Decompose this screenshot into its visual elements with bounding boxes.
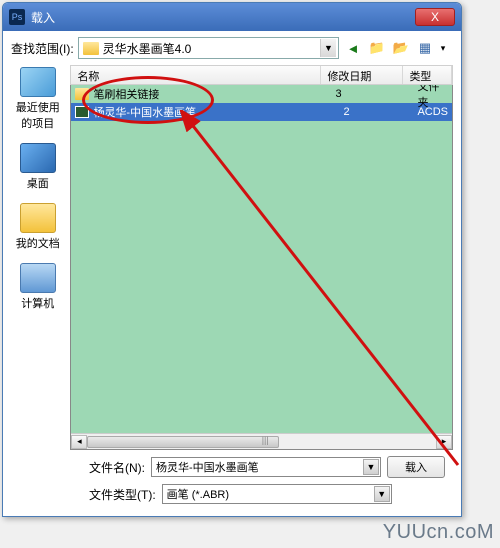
- documents-icon: [20, 203, 56, 233]
- folder-icon: [75, 88, 89, 100]
- file-date: 3: [335, 88, 417, 100]
- filetype-dropdown[interactable]: 画笔 (*.ABR) ▼: [162, 484, 392, 504]
- chevron-down-icon[interactable]: ▼: [363, 459, 379, 475]
- new-folder-icon[interactable]: 📂: [391, 38, 411, 58]
- place-documents[interactable]: 我的文档: [16, 203, 60, 251]
- lookIn-dropdown[interactable]: 灵华水墨画笔4.0 ▼: [78, 37, 339, 59]
- file-list[interactable]: 笔刷相关链接 3 文件夹 杨灵华-中国水墨画笔 2 ACDS ◂: [70, 85, 453, 450]
- scroll-right-icon[interactable]: ▸: [436, 435, 452, 449]
- folder-icon: [83, 42, 99, 55]
- place-computer[interactable]: 计算机: [20, 263, 56, 311]
- file-pane: 名称 修改日期 类型 笔刷相关链接 3 文件夹 杨灵华-中国水墨画笔 2: [70, 65, 453, 450]
- scroll-grip-icon: |||: [262, 435, 269, 445]
- chevron-down-icon[interactable]: ▼: [374, 486, 390, 502]
- scroll-left-icon[interactable]: ◂: [71, 435, 87, 449]
- filename-input[interactable]: 杨灵华-中国水墨画笔 ▼: [151, 457, 381, 477]
- main-row: 最近使用的项目 桌面 我的文档 计算机 名称 修改日期: [11, 65, 453, 450]
- file-row-folder[interactable]: 笔刷相关链接 3 文件夹: [71, 85, 452, 103]
- lookIn-label: 查找范围(I):: [11, 40, 74, 57]
- place-recent-label: 最近使用的项目: [11, 99, 64, 131]
- file-date: 2: [335, 106, 417, 118]
- place-desktop[interactable]: 桌面: [20, 143, 56, 191]
- place-documents-label: 我的文档: [16, 235, 60, 251]
- scroll-track[interactable]: |||: [87, 435, 436, 449]
- chevron-down-icon[interactable]: ▼: [320, 39, 336, 57]
- filetype-label: 文件类型(T):: [89, 486, 156, 503]
- file-row-selected[interactable]: 杨灵华-中国水墨画笔 2 ACDS: [71, 103, 452, 121]
- window-title: 载入: [31, 9, 415, 26]
- col-date[interactable]: 修改日期: [321, 66, 403, 84]
- desktop-icon: [20, 143, 56, 173]
- dialog-body: 查找范围(I): 灵华水墨画笔4.0 ▼ ◄ 📁 📂 ▦ ▾ 最近使用的项目: [3, 31, 461, 516]
- horizontal-scrollbar[interactable]: ◂ ||| ▸: [71, 433, 452, 449]
- place-computer-label: 计算机: [20, 295, 56, 311]
- up-folder-icon[interactable]: 📁: [367, 38, 387, 58]
- filename-label: 文件名(N):: [89, 459, 145, 476]
- load-button[interactable]: 载入: [387, 456, 445, 478]
- place-desktop-label: 桌面: [20, 175, 56, 191]
- recent-icon: [20, 67, 56, 97]
- column-headers: 名称 修改日期 类型: [70, 65, 453, 85]
- watermark: YUUcn.coM: [383, 521, 494, 544]
- app-icon: Ps: [9, 9, 25, 25]
- filename-value: 杨灵华-中国水墨画笔: [156, 459, 259, 475]
- load-dialog: Ps 载入 X 查找范围(I): 灵华水墨画笔4.0 ▼ ◄ 📁 📂 ▦ ▾: [2, 2, 462, 517]
- col-type[interactable]: 类型: [403, 66, 452, 84]
- view-menu-arrow-icon[interactable]: ▾: [433, 38, 453, 58]
- place-recent[interactable]: 最近使用的项目: [11, 67, 64, 131]
- back-icon[interactable]: ◄: [343, 38, 363, 58]
- lookIn-value: 灵华水墨画笔4.0: [103, 40, 192, 57]
- titlebar: Ps 载入 X: [3, 3, 461, 31]
- filetype-row: 文件类型(T): 画笔 (*.ABR) ▼: [89, 484, 453, 504]
- computer-icon: [20, 263, 56, 293]
- lookIn-row: 查找范围(I): 灵华水墨画笔4.0 ▼ ◄ 📁 📂 ▦ ▾: [11, 37, 453, 59]
- bottom-fields: 文件名(N): 杨灵华-中国水墨画笔 ▼ 载入 文件类型(T): 画笔 (*.A…: [11, 450, 453, 510]
- close-button[interactable]: X: [415, 8, 455, 26]
- path-toolbar: ◄ 📁 📂 ▦ ▾: [343, 38, 453, 58]
- abr-file-icon: [75, 106, 89, 118]
- scroll-thumb[interactable]: [87, 436, 279, 448]
- file-name: 杨灵华-中国水墨画笔: [93, 104, 335, 120]
- col-name[interactable]: 名称: [71, 66, 321, 84]
- file-name: 笔刷相关链接: [93, 86, 335, 102]
- filetype-value: 画笔 (*.ABR): [167, 486, 229, 502]
- file-type: ACDS: [417, 106, 448, 118]
- places-bar: 最近使用的项目 桌面 我的文档 计算机: [11, 65, 64, 450]
- filename-row: 文件名(N): 杨灵华-中国水墨画笔 ▼ 载入: [89, 456, 453, 478]
- view-menu-icon[interactable]: ▦: [415, 38, 435, 58]
